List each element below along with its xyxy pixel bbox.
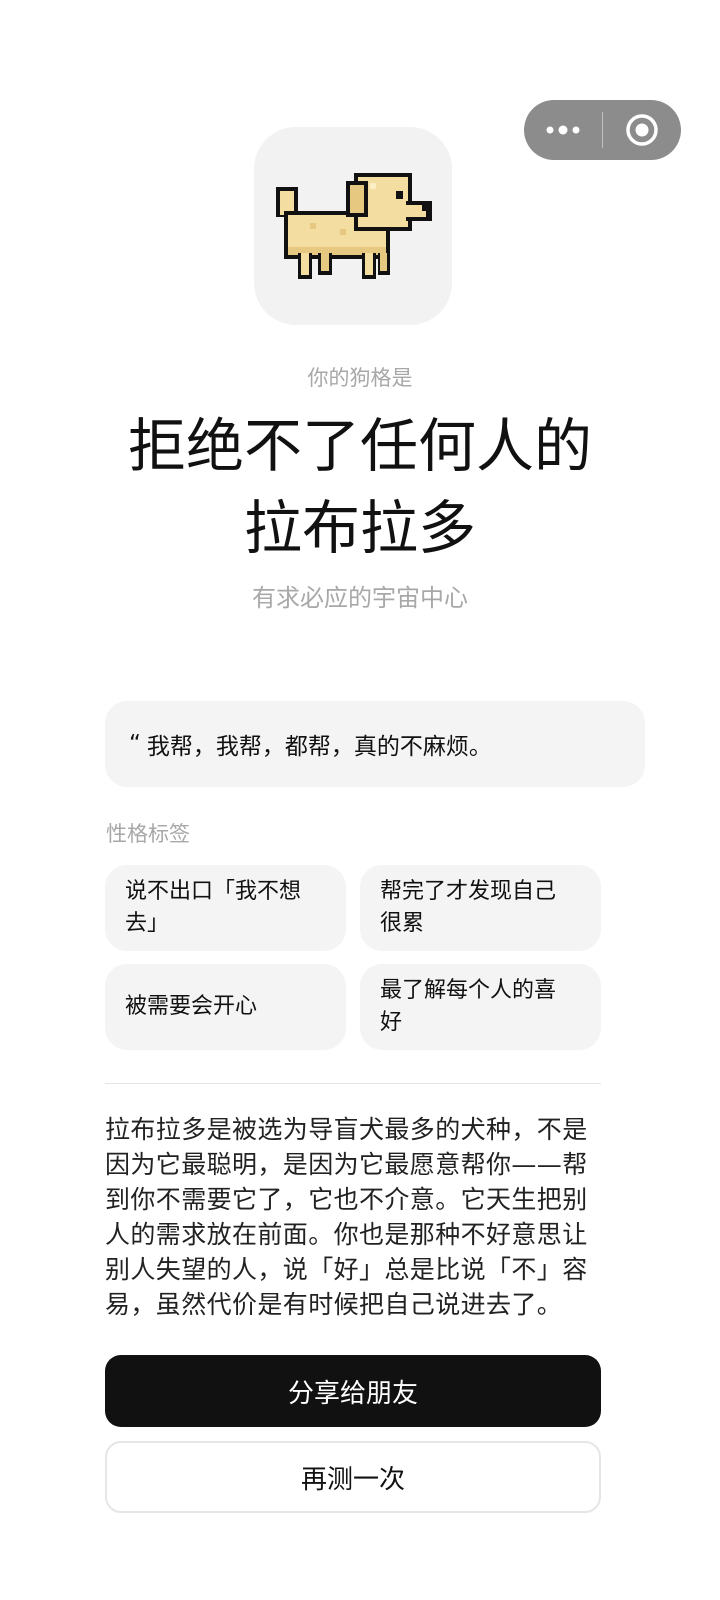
trait-tag-line: 说不出口「我不想 (125, 879, 302, 904)
trait-tag-line: 最了解每个人的喜 (380, 978, 557, 1003)
title-line-2: 拉布拉多 (243, 494, 476, 562)
description-line: 人的需求放在前面。你也是那种不好意思让 (105, 1220, 588, 1249)
description-line: 易，虽然代价是有时候把自己说进去了。 (105, 1290, 563, 1319)
result-tagline: 有求必应的宇宙中心 (252, 584, 468, 612)
description-line: 拉布拉多是被选为导盲犬最多的犬种，不是 (105, 1115, 588, 1144)
trait-tag: 最了解每个人的喜 好 (360, 964, 601, 1050)
quote-text: 我帮，我帮，都帮，真的不麻烦。 (146, 734, 492, 760)
title-line-1: 拒绝不了任何人的 (127, 412, 592, 480)
trait-tag-line: 去」 (125, 911, 170, 936)
traits-label: 性格标签 (106, 822, 190, 846)
description-line: 别人失望的人，说「好」总是比说「不」容 (105, 1255, 588, 1284)
dog-avatar (254, 127, 452, 325)
trait-tag-line: 好 (380, 1010, 403, 1035)
quote-mark: “ (129, 731, 141, 757)
trait-tag-line: 很累 (380, 911, 425, 936)
share-button[interactable]: 分享给朋友 (105, 1355, 601, 1427)
trait-tag: 说不出口「我不想 去」 (105, 865, 346, 951)
more-button[interactable] (524, 100, 602, 160)
divider (105, 1083, 601, 1084)
trait-tag: 被需要会开心 (105, 964, 346, 1050)
result-intro: 你的狗格是 (307, 366, 413, 390)
retry-button[interactable]: 再测一次 (105, 1441, 601, 1513)
description: 拉布拉多是被选为导盲犬最多的犬种，不是 因为它最聪明，是因为它最愿意帮你——帮 … (105, 1112, 605, 1322)
page-title: 拒绝不了任何人的 拉布拉多 (0, 405, 720, 569)
pixel-labrador-dog-icon (276, 173, 432, 279)
trait-tag-line: 帮完了才发现自己 (380, 879, 557, 904)
close-button[interactable] (603, 100, 681, 160)
quote-card: “ 我帮，我帮，都帮，真的不麻烦。 (105, 701, 645, 787)
description-line: 因为它最聪明，是因为它最愿意帮你——帮 (105, 1150, 588, 1179)
trait-tag-line: 被需要会开心 (125, 994, 258, 1019)
trait-tag: 帮完了才发现自己 很累 (360, 865, 601, 951)
description-line: 到你不需要它了，它也不介意。它天生把别 (105, 1185, 588, 1214)
target-circle-icon (626, 114, 658, 146)
mini-program-capsule (524, 100, 681, 160)
more-dots-icon (546, 125, 580, 135)
